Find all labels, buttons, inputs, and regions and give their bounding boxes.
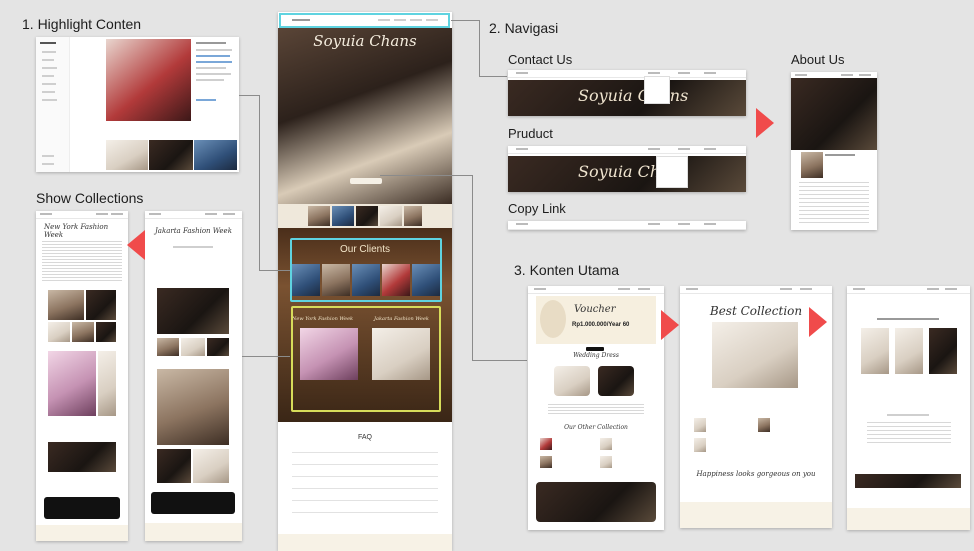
highlight-sidebar (36, 37, 70, 172)
about-page-frame (791, 72, 877, 230)
main-content-page-1: Voucher Rp1.000.000/Year 60 Wedding Dres… (528, 286, 664, 530)
voucher-banner[interactable]: Voucher Rp1.000.000/Year 60 (536, 296, 656, 344)
connector-line (242, 356, 290, 357)
nav-product-dropdown[interactable] (656, 156, 688, 188)
collection-page-newyork: New York Fashion Week (36, 211, 128, 541)
nav-label-copy-link: Copy Link (508, 201, 566, 216)
connector-line (479, 20, 480, 76)
highlight-thumb-1[interactable] (106, 140, 148, 170)
section-label-show-collections: Show Collections (36, 190, 144, 206)
faq-heading: FAQ (357, 434, 372, 441)
nav-contact-frame: Soyuia Chans (508, 70, 746, 116)
highlight-post-caption (194, 39, 237, 119)
other-collection-heading: Our Other Collection (564, 424, 628, 431)
connector-line (239, 95, 259, 96)
nav-product-frame: Soyuia Chans (508, 146, 746, 192)
homepage-footer (278, 534, 452, 551)
arrow-right-icon (661, 310, 679, 340)
highlight-thumb-2[interactable] (149, 140, 193, 170)
highlight-box-clients (290, 238, 442, 302)
nav-copylink-frame (508, 221, 746, 230)
connector-line (451, 20, 479, 21)
homepage-faq: FAQ (278, 422, 452, 551)
collection-page-jakarta: Jakarta Fashion Week (145, 211, 242, 541)
arrow-right-icon (756, 108, 774, 138)
best-collection-image[interactable] (712, 322, 798, 388)
highlight-box-collections (291, 306, 441, 412)
nav-label-product: Pruduct (508, 126, 553, 141)
connector-line (259, 95, 260, 270)
connector-line (479, 76, 507, 77)
connector-line (380, 175, 472, 176)
collection-page-newyork-title: New York Fashion Week (44, 223, 109, 239)
homepage-brand: Soyuia Chans (313, 32, 417, 50)
collection-page-jakarta-title: Jakarta Fashion Week (155, 227, 232, 235)
wedding-dress-heading: Wedding Dress (573, 352, 619, 359)
highlight-frame (36, 37, 239, 172)
nav-label-about: About Us (791, 52, 845, 67)
connector-line (472, 175, 473, 360)
nav-contact-dropdown[interactable] (644, 76, 670, 104)
hero-cta-button[interactable] (350, 178, 382, 184)
main-content-page-3 (847, 286, 970, 530)
section-label-navigasi: 2. Navigasi (489, 20, 559, 36)
connector-line (259, 270, 290, 271)
tagline: Happiness looks gorgeous on you (696, 470, 816, 478)
homepage-thumb-strip (278, 204, 452, 228)
highlight-post-image[interactable] (106, 39, 191, 121)
voucher-amount: Rp1.000.000/Year 60 (572, 322, 630, 328)
section-label-konten-utama: 3. Konten Utama (514, 262, 620, 278)
highlight-box-navbar (279, 13, 450, 28)
section-label-highlight: 1. Highlight Conten (22, 16, 142, 32)
highlight-thumb-3[interactable] (194, 140, 237, 170)
nav-contact-brand: Soyuia Chans (578, 86, 689, 105)
arrow-right-icon (809, 307, 827, 337)
homepage-hero: Soyuia Chans (278, 28, 452, 204)
nav-label-contact: Contact Us (508, 52, 573, 67)
voucher-title: Voucher (574, 304, 616, 315)
arrow-left-icon (127, 230, 145, 260)
connector-line (472, 360, 527, 361)
